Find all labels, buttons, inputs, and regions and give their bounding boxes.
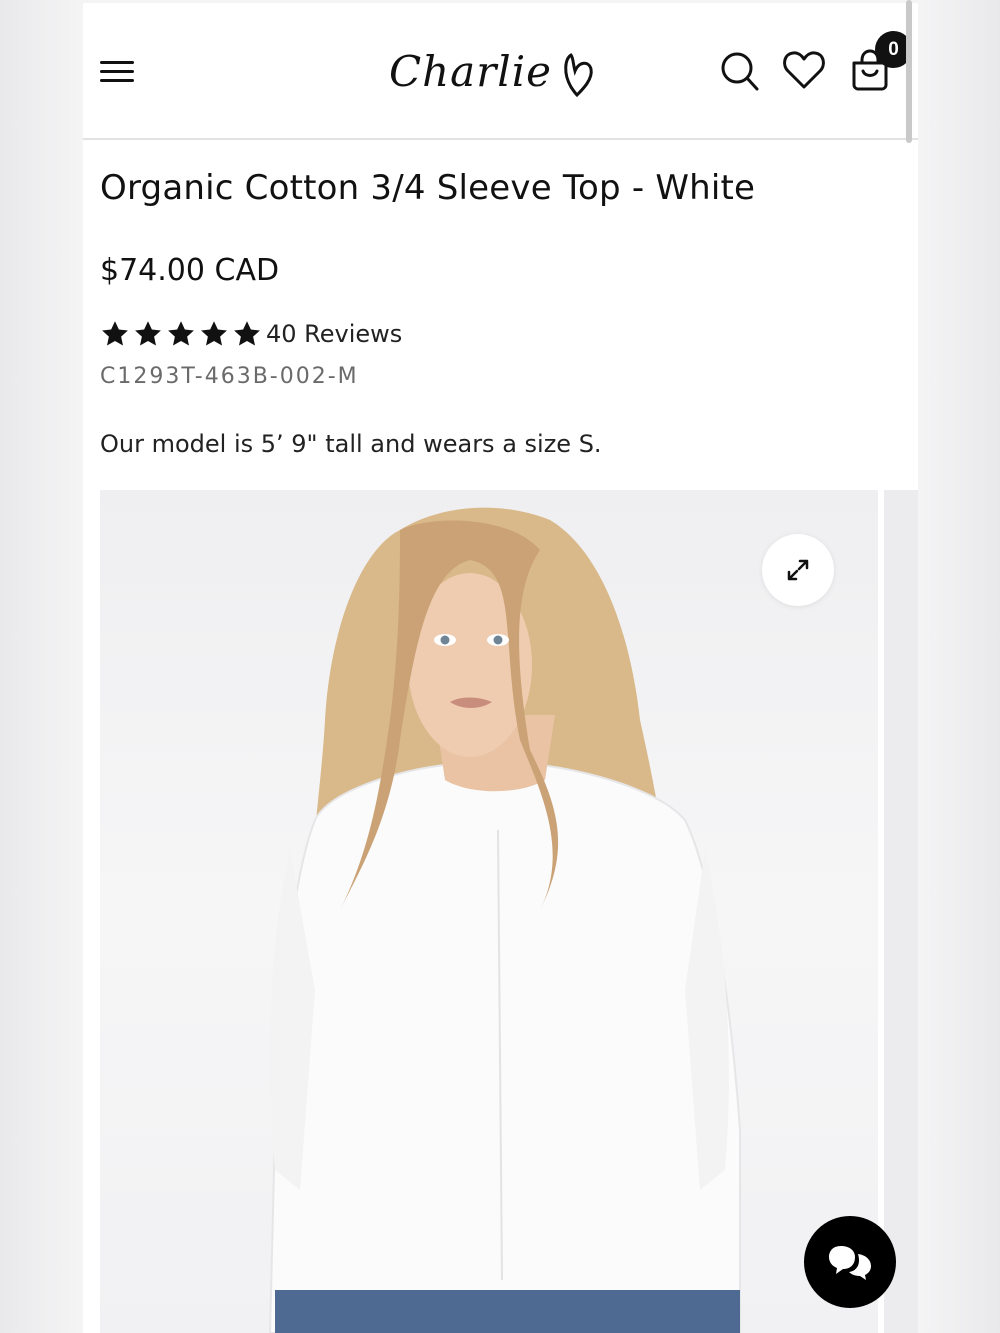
page-scrollbar[interactable] xyxy=(906,0,912,143)
next-gallery-image[interactable] xyxy=(884,490,918,1333)
expand-icon xyxy=(787,559,809,581)
expand-image-button[interactable] xyxy=(762,534,834,606)
logo-heart-icon xyxy=(564,53,593,98)
product-image-gallery[interactable] xyxy=(100,490,878,1333)
chat-button[interactable] xyxy=(804,1216,896,1308)
star-icon xyxy=(102,321,128,346)
reviews-link[interactable]: 40 Reviews xyxy=(266,320,402,348)
rating-stars xyxy=(100,319,262,349)
star-icon xyxy=(201,321,227,346)
product-page: Charlie 0 Organic Cotton 3/4 Sleeve Top … xyxy=(83,3,918,1333)
product-price: $74.00 CAD xyxy=(100,253,280,288)
heart-icon[interactable] xyxy=(781,47,827,93)
hamburger-menu-icon[interactable] xyxy=(97,55,137,87)
chat-icon xyxy=(829,1246,871,1280)
star-icon xyxy=(135,321,161,346)
search-icon[interactable] xyxy=(717,47,763,93)
site-header: Charlie 0 xyxy=(83,3,918,140)
product-photo[interactable] xyxy=(100,490,878,1333)
product-title: Organic Cotton 3/4 Sleeve Top - White xyxy=(100,168,756,208)
star-icon xyxy=(234,321,260,346)
product-rating[interactable]: 40 Reviews xyxy=(100,319,402,349)
star-icon xyxy=(168,321,194,346)
product-sku: C1293T-463B-002-M xyxy=(100,364,359,389)
model-size-note: Our model is 5’ 9" tall and wears a size… xyxy=(100,430,602,458)
logo-text: Charlie xyxy=(389,47,553,96)
brand-logo[interactable]: Charlie xyxy=(385,37,605,107)
